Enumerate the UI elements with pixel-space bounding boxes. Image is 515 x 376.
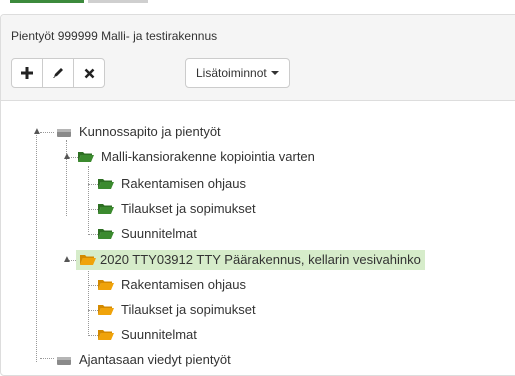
collapse-toggle[interactable]: ▲ <box>32 127 42 137</box>
tree-node-subfolder[interactable]: Rakentamisen ohjaus <box>98 275 249 295</box>
folder-open-icon <box>98 304 114 316</box>
tree-node-label: Suunnitelmat <box>121 226 197 241</box>
edit-button[interactable] <box>42 58 74 88</box>
tree-node-root[interactable]: Kunnossapito ja pientyöt <box>56 122 224 142</box>
delete-button[interactable] <box>73 58 105 88</box>
more-actions-dropdown[interactable]: Lisätoiminnot <box>185 58 290 88</box>
caret-down-icon <box>270 71 279 75</box>
tab-active-edge[interactable] <box>10 0 84 3</box>
folder-open-icon <box>98 203 114 215</box>
tree-node-subfolder[interactable]: Rakentamisen ohjaus <box>98 174 249 194</box>
tree-node-label: Kunnossapito ja pientyöt <box>79 124 221 139</box>
tree-node-folder[interactable]: Malli-kansiorakenne kopiointia varten <box>78 147 318 167</box>
toolbar-button-group <box>11 58 105 88</box>
collapse-toggle[interactable]: ▲ <box>62 152 72 162</box>
tree-node-label: Tilaukset ja sopimukset <box>121 302 256 317</box>
tree-line <box>88 335 98 336</box>
tree-node-label: 2020 TTY03912 TTY Päärakennus, kellarin … <box>100 252 421 267</box>
folder-open-icon <box>98 329 114 341</box>
tree-node-label: Rakentamisen ohjaus <box>121 176 247 191</box>
tree-node-label: Malli-kansiorakenne kopiointia varten <box>101 149 315 164</box>
tree-line <box>88 184 98 185</box>
tree-line <box>88 166 89 232</box>
project-panel: Pientyöt 999999 Malli- ja testirakennus <box>0 14 515 376</box>
tree-line <box>40 358 54 359</box>
tree-line <box>88 234 98 235</box>
tree-node-selected-row: 2020 TTY03912 TTY Päärakennus, kellarin … <box>76 250 425 270</box>
more-actions-label: Lisätoiminnot <box>196 66 267 80</box>
collapse-toggle[interactable]: ▲ <box>62 255 72 265</box>
tree-node-root[interactable]: Ajantasaan viedyt pientyöt <box>56 350 234 370</box>
tree-node-subfolder[interactable]: Suunnitelmat <box>98 325 200 345</box>
pencil-icon <box>53 68 63 78</box>
drive-icon <box>56 354 72 366</box>
panel-title: Pientyöt 999999 Malli- ja testirakennus <box>11 29 218 43</box>
tree-line <box>40 132 54 133</box>
folder-open-icon <box>98 228 114 240</box>
tree-node-label: Rakentamisen ohjaus <box>121 277 247 292</box>
add-button[interactable] <box>11 58 43 88</box>
tree-line <box>88 268 89 334</box>
tree-node-subfolder[interactable]: Tilaukset ja sopimukset <box>98 199 259 219</box>
tree-line <box>88 285 98 286</box>
tree-line <box>88 310 98 311</box>
folder-open-icon <box>78 151 94 163</box>
tree-node-label: Tilaukset ja sopimukset <box>121 201 256 216</box>
tree-node-subfolder[interactable]: Suunnitelmat <box>98 224 200 244</box>
plus-icon <box>21 67 33 79</box>
tab-inactive-edge[interactable] <box>88 0 148 3</box>
tree-line <box>36 132 37 362</box>
folder-open-icon <box>80 254 96 266</box>
tree-line <box>88 209 98 210</box>
tree-node-subfolder[interactable]: Tilaukset ja sopimukset <box>98 300 259 320</box>
tree-node-folder-selected[interactable]: 2020 TTY03912 TTY Päärakennus, kellarin … <box>76 250 425 270</box>
panel-heading: Pientyöt 999999 Malli- ja testirakennus <box>1 15 515 101</box>
tree-node-label: Suunnitelmat <box>121 327 197 342</box>
top-tabs <box>0 0 160 4</box>
folder-open-icon <box>98 178 114 190</box>
drive-icon <box>56 126 72 138</box>
x-icon <box>84 68 94 78</box>
folder-open-icon <box>98 279 114 291</box>
tree-node-label: Ajantasaan viedyt pientyöt <box>79 352 231 367</box>
